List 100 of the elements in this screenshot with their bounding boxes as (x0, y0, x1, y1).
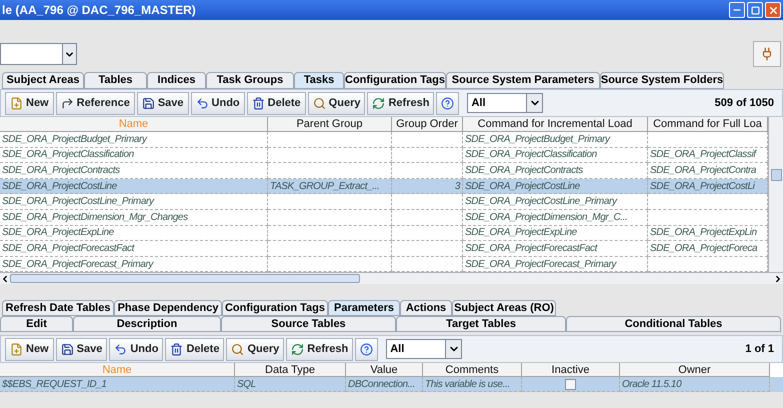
table-cell-text: SDE_ORA_ProjectContracts (465, 164, 583, 178)
tab[interactable]: Refresh Date Tables (2, 300, 114, 316)
table-row[interactable]: SDE_ORA_ProjectBudget_Primary SDE_ORA_ProjectBudget_Primary (0, 132, 768, 148)
reference-button[interactable]: Reference (56, 92, 135, 114)
column-header[interactable]: Value (346, 363, 423, 378)
tab[interactable]: Tables (84, 72, 147, 89)
help-icon (441, 96, 454, 110)
table-row[interactable]: SDE_ORA_ProjectCostLine_Primary SDE_ORA_ProjectCostLine_Primary (0, 194, 768, 210)
table-row[interactable]: SDE_ORA_ProjectForecastFact SDE_ORA_ProjectForecastFact SDE_ORA_ProjectForeca (0, 241, 768, 257)
refresh-button[interactable]: Refresh (367, 92, 434, 114)
tab[interactable]: Source System Folders (600, 72, 724, 89)
undo-button[interactable]: Undo (190, 92, 245, 114)
delete-button[interactable]: Delete (165, 338, 224, 361)
table-row[interactable]: $$EBS_REQUEST_ID_1 SQL DBConnection... This variable is use... Oracle 11.5.10 (0, 377, 783, 392)
table-cell-text: SDE_ORA_ProjectContra (650, 164, 756, 178)
column-header[interactable]: Parent Group (268, 117, 392, 132)
filter-dropdown[interactable]: All (386, 339, 462, 360)
new-file-icon (10, 342, 23, 356)
save-button[interactable]: Save (136, 92, 189, 114)
delete-button[interactable]: Delete (246, 92, 306, 114)
table-cell-text: SDE_ORA_ProjectBudget_Primary (2, 132, 147, 147)
table-cell-text: Oracle 11.5.10 (622, 378, 682, 392)
container-dropdown[interactable] (0, 43, 77, 65)
table-row[interactable]: SDE_ORA_ProjectExpLine SDE_ORA_ProjectExpLine SDE_ORA_ProjectExpLin (0, 226, 768, 242)
table-cell-text: DBConnection... (348, 378, 415, 392)
column-header[interactable]: Command for Incremental Load (463, 117, 648, 132)
column-header[interactable]: Comments (423, 363, 522, 378)
tab[interactable]: Conditional Tables (566, 316, 781, 332)
minimize-button[interactable] (729, 2, 745, 18)
help-button[interactable] (355, 338, 378, 361)
table-cell-text: This variable is use... (425, 378, 510, 392)
table-cell-text: SDE_ORA_ProjectExpLine (2, 226, 114, 240)
table-row[interactable]: SDE_ORA_ProjectCostLine TASK_GROUP_Extract_... 3 SDE_ORA_ProjectCostLine SDE_ORA_ProjectCostLi (0, 178, 768, 194)
new-button[interactable]: New (5, 338, 54, 361)
tab[interactable]: Configuration Tags (222, 300, 328, 316)
undo-icon (114, 342, 128, 356)
column-header[interactable]: Group Order (392, 117, 463, 132)
table-cell-text: $$EBS_REQUEST_ID_1 (2, 378, 107, 392)
search-icon (312, 96, 326, 110)
table-cell-text: TASK_GROUP_Extract_... (270, 180, 380, 194)
table-cell-text: SDE_ORA_ProjectForecastFact (2, 242, 134, 256)
plug-button[interactable] (753, 41, 781, 67)
table-row[interactable]: SDE_ORA_ProjectDimension_Mgr_Changes SDE_ORA_ProjectDimension_Mgr_C... (0, 210, 768, 226)
tab[interactable]: Task Groups (206, 72, 294, 89)
table-cell-text: SDE_ORA_ProjectClassif (650, 148, 756, 162)
tab[interactable]: Description (73, 316, 221, 332)
table-cell-text: SDE_ORA_ProjectForecast_Primary (465, 258, 616, 272)
undo-icon (196, 96, 209, 110)
tab[interactable]: Source Tables (221, 316, 396, 332)
table-row[interactable]: SDE_ORA_ProjectContracts SDE_ORA_ProjectContracts SDE_ORA_ProjectContra (0, 163, 768, 179)
trash-icon (252, 96, 265, 110)
query-button[interactable]: Query (226, 338, 284, 361)
table-cell-text: SDE_ORA_ProjectDimension_Mgr_Changes (2, 210, 188, 225)
tab[interactable]: Actions (400, 300, 452, 316)
tab[interactable]: Parameters (328, 300, 400, 316)
tab[interactable]: Subject Areas (2, 72, 84, 89)
table-row[interactable]: SDE_ORA_ProjectClassification SDE_ORA_ProjectClassification SDE_ORA_ProjectClassif (0, 148, 768, 164)
table-cell-text: SDE_ORA_ProjectCostLine (465, 180, 580, 194)
table-cell-text: SDE_ORA_ProjectDimension_Mgr_C... (465, 210, 628, 225)
table-cell-text: SDE_ORA_ProjectCostLi (650, 180, 754, 194)
horizontal-scrollbar[interactable] (0, 272, 783, 284)
plug-icon (760, 47, 774, 61)
column-header[interactable]: Inactive (522, 363, 620, 378)
query-button[interactable]: Query (308, 92, 366, 114)
tab[interactable]: Indices (147, 72, 206, 89)
table-cell-text: SDE_ORA_ProjectClassification (2, 148, 134, 162)
close-icon (768, 4, 778, 16)
record-count: 509 of 1050 (714, 96, 775, 111)
tab[interactable]: Source System Parameters (446, 72, 600, 89)
refresh-icon (291, 342, 304, 356)
table-cell-text: SDE_ORA_ProjectForeca (650, 242, 758, 256)
table-cell-text: SDE_ORA_ProjectContracts (2, 164, 120, 178)
search-icon (231, 342, 244, 356)
help-button[interactable] (436, 92, 460, 114)
tab[interactable]: Phase Dependency (114, 300, 222, 316)
table-cell-text: SDE_ORA_ProjectCostLine_Primary (2, 195, 154, 209)
column-header[interactable]: Data Type (235, 363, 346, 378)
window-title: le (AA_796 @ DAC_796_MASTER) (2, 2, 196, 19)
scroll-right-icon (773, 274, 783, 284)
tab[interactable]: Configuration Tags (344, 72, 446, 89)
maximize-button[interactable] (747, 2, 763, 18)
trash-icon (170, 342, 184, 356)
undo-button[interactable]: Undo (109, 338, 164, 361)
filter-dropdown[interactable]: All (467, 93, 544, 113)
refresh-icon (372, 96, 386, 110)
refresh-button[interactable]: Refresh (286, 338, 354, 361)
new-button[interactable]: New (5, 92, 54, 114)
tab[interactable]: Edit (0, 316, 73, 332)
save-button[interactable]: Save (56, 338, 108, 361)
table-cell-text: SDE_ORA_ProjectCostLine_Primary (465, 195, 617, 209)
tab[interactable]: Subject Areas (RO) (452, 300, 556, 316)
tab[interactable]: Target Tables (396, 316, 566, 332)
table-row[interactable]: SDE_ORA_ProjectForecast_Primary SDE_ORA_ProjectForecast_Primary (0, 256, 768, 272)
vertical-scrollbar[interactable] (768, 117, 783, 272)
save-icon (142, 96, 155, 110)
column-header[interactable]: Command for Full Loa (648, 117, 768, 132)
help-icon (360, 342, 374, 356)
column-header[interactable]: Owner (620, 363, 770, 378)
tab[interactable]: Tasks (294, 72, 344, 89)
close-button[interactable] (765, 2, 781, 18)
